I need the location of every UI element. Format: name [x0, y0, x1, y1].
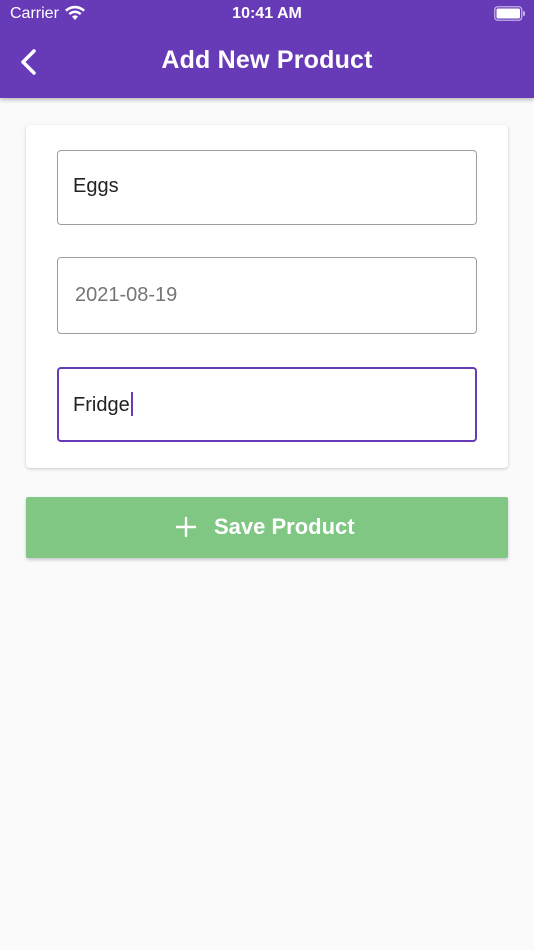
status-bar: Carrier 10:41 AM	[0, 0, 534, 28]
battery-full-icon	[494, 6, 525, 21]
expiry-date-placeholder: 2021-08-19	[75, 284, 178, 306]
product-name-value: Eggs	[73, 175, 119, 197]
status-time: 10:41 AM	[232, 5, 302, 22]
storage-location-field[interactable]: Fridge	[57, 367, 477, 442]
save-product-label: Save Product	[214, 514, 355, 539]
app-bar: Carrier 10:41 AM Add New Product	[0, 0, 534, 98]
product-name-field[interactable]: Eggs	[57, 150, 477, 225]
expiry-date-field[interactable]: 2021-08-19	[57, 257, 477, 334]
storage-location-value: Fridge	[73, 392, 133, 417]
storage-location-text: Fridge	[73, 394, 130, 416]
page-title: Add New Product	[161, 46, 373, 74]
text-cursor	[130, 392, 133, 416]
plus-icon	[175, 516, 197, 538]
